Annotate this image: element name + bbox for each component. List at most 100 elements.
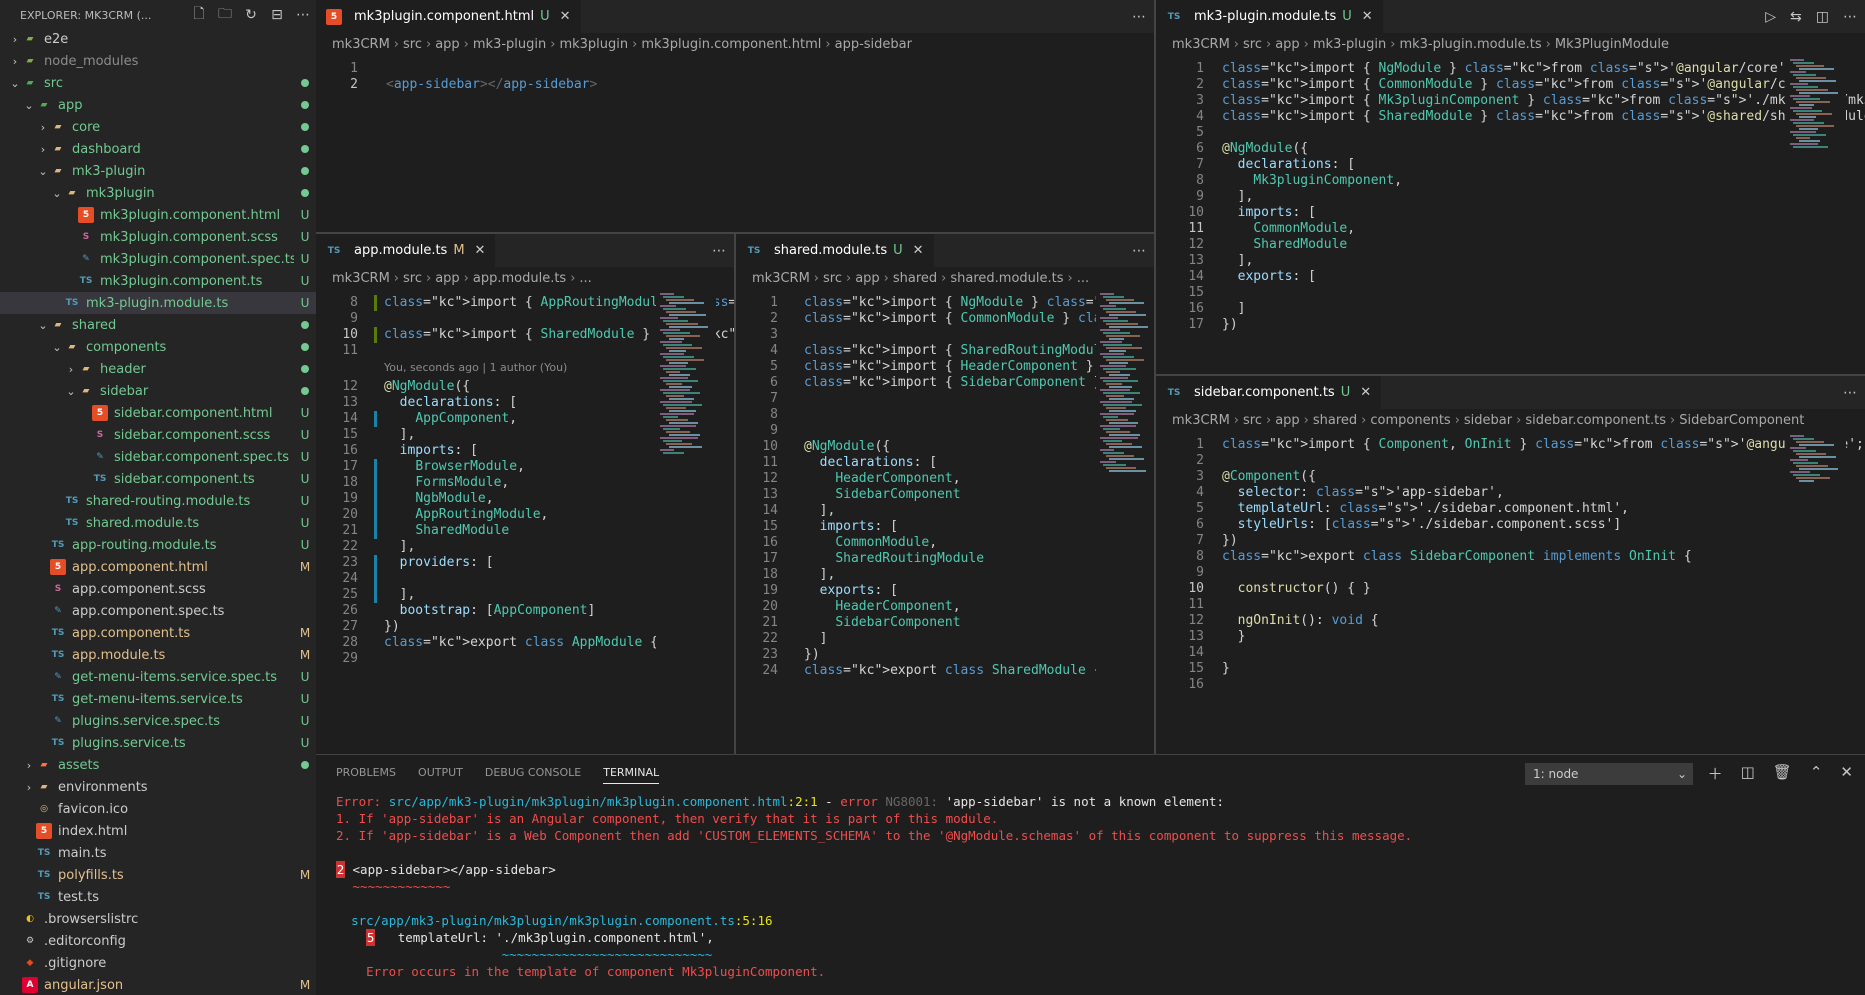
breadcrumb-item[interactable]: ...: [1077, 271, 1089, 286]
tree-item[interactable]: › ▰ dashboard: [0, 138, 316, 160]
split-editor-icon[interactable]: ◫: [1816, 9, 1829, 25]
chevron-right-icon[interactable]: ›: [64, 363, 78, 376]
tree-item[interactable]: TS mk3-plugin.module.ts U: [0, 292, 316, 314]
chevron-down-icon[interactable]: ⌄: [22, 99, 36, 112]
tree-item[interactable]: Ssidebar.component.scss U: [0, 424, 316, 446]
tree-item[interactable]: 5 app.component.html M: [0, 556, 316, 578]
close-icon[interactable]: ✕: [1360, 385, 1371, 400]
tree-item[interactable]: ✎ plugins.service.spec.ts U: [0, 710, 316, 732]
breadcrumb-item[interactable]: mk3CRM: [332, 271, 390, 286]
breadcrumb-item[interactable]: mk3CRM: [1172, 37, 1230, 52]
tree-item[interactable]: Sapp.component.scss: [0, 578, 316, 600]
breadcrumb-item[interactable]: app: [435, 271, 459, 286]
trash-icon[interactable]: 🗑: [1773, 763, 1792, 784]
git-gutter-marker[interactable]: [374, 507, 377, 523]
tab-app-module-ts[interactable]: TS app.module.ts M ✕: [316, 234, 496, 267]
tree-item[interactable]: › ▰ e2e: [0, 28, 316, 50]
new-folder-icon[interactable]: 🗀: [212, 3, 238, 27]
git-gutter-marker[interactable]: [374, 459, 377, 475]
git-gutter-marker[interactable]: [374, 327, 377, 343]
breadcrumb-item[interactable]: src: [403, 271, 422, 286]
git-gutter-marker[interactable]: [374, 587, 377, 603]
git-gutter-marker[interactable]: [374, 411, 377, 427]
terminal-select[interactable]: 1: node ⌄: [1525, 763, 1693, 785]
chevron-down-icon[interactable]: ⌄: [36, 165, 50, 178]
tab-shared-module-ts[interactable]: TS shared.module.ts U ✕: [736, 234, 934, 267]
tree-item[interactable]: 5 index.html: [0, 820, 316, 842]
tree-item[interactable]: TS test.ts: [0, 886, 316, 908]
close-icon[interactable]: ✕: [560, 9, 571, 24]
git-gutter-marker[interactable]: [374, 475, 377, 491]
breadcrumb-item[interactable]: app: [1275, 37, 1299, 52]
pane-divider[interactable]: [1156, 374, 1865, 376]
tree-item[interactable]: TS app.module.ts M: [0, 644, 316, 666]
tree-item[interactable]: ✎ mk3plugin.component.spec.ts U: [0, 248, 316, 270]
chevron-up-icon[interactable]: ⌃: [1810, 763, 1823, 784]
chevron-right-icon[interactable]: ›: [36, 143, 50, 156]
minimap[interactable]: [1096, 289, 1154, 749]
git-gutter-marker[interactable]: [374, 491, 377, 507]
git-gutter-marker[interactable]: [374, 295, 377, 311]
tree-item[interactable]: ◎ favicon.ico: [0, 798, 316, 820]
tab-sidebar-component-ts[interactable]: TS sidebar.component.ts U ✕: [1156, 376, 1382, 409]
breadcrumb-item[interactable]: app: [435, 37, 459, 52]
tree-item[interactable]: ✎ app.component.spec.ts: [0, 600, 316, 622]
tree-item[interactable]: TS shared-routing.module.ts U: [0, 490, 316, 512]
minimap[interactable]: [656, 289, 716, 749]
close-icon[interactable]: ✕: [913, 243, 924, 258]
code-editor[interactable]: 1 class="kc">import { Component, OnInit }…: [1156, 431, 1865, 751]
code-editor[interactable]: 1 2 <app-sidebar></app-sidebar>: [316, 55, 1154, 225]
more-icon[interactable]: ⋯: [290, 7, 316, 23]
tree-item[interactable]: Smk3plugin.component.scss U: [0, 226, 316, 248]
tree-item[interactable]: TS polyfills.ts M: [0, 864, 316, 886]
tree-item[interactable]: ⚙ .editorconfig: [0, 930, 316, 952]
tree-item[interactable]: TS app-routing.module.ts U: [0, 534, 316, 556]
breadcrumb-item[interactable]: app: [1275, 413, 1299, 428]
breadcrumb-item[interactable]: mk3-plugin: [473, 37, 546, 52]
close-icon[interactable]: ✕: [1840, 763, 1853, 784]
breadcrumb-item[interactable]: mk3-plugin: [1313, 37, 1386, 52]
run-icon[interactable]: ▷: [1765, 9, 1776, 25]
close-icon[interactable]: ✕: [1362, 9, 1373, 24]
breadcrumb-item[interactable]: src: [1243, 413, 1262, 428]
tab-debug-console[interactable]: DEBUG CONSOLE: [485, 766, 581, 779]
chevron-down-icon[interactable]: ⌄: [50, 187, 64, 200]
tree-item[interactable]: ⌄ ▰ shared: [0, 314, 316, 336]
breadcrumb-item[interactable]: mk3CRM: [1172, 413, 1230, 428]
tree-item[interactable]: ✎ sidebar.component.spec.ts U: [0, 446, 316, 468]
chevron-right-icon[interactable]: ›: [36, 121, 50, 134]
chevron-right-icon[interactable]: ›: [22, 759, 36, 772]
breadcrumb-item[interactable]: sidebar.component.ts: [1525, 413, 1666, 428]
collapse-icon[interactable]: ⊟: [264, 7, 290, 23]
breadcrumb-item[interactable]: src: [1243, 37, 1262, 52]
minimap[interactable]: [1786, 431, 1846, 751]
tree-item[interactable]: TS plugins.service.ts U: [0, 732, 316, 754]
tab-problems[interactable]: PROBLEMS: [336, 766, 396, 779]
tab-terminal[interactable]: TERMINAL: [603, 766, 660, 784]
git-gutter-marker[interactable]: [374, 555, 377, 571]
tree-item[interactable]: ⌄ ▰ mk3-plugin: [0, 160, 316, 182]
breadcrumb-item[interactable]: mk3plugin: [559, 37, 628, 52]
git-gutter-marker[interactable]: [374, 523, 377, 539]
breadcrumb-item[interactable]: Mk3PluginModule: [1555, 37, 1669, 52]
tree-item[interactable]: ◆ .gitignore: [0, 952, 316, 974]
tree-item[interactable]: ◐ .browserslistrc: [0, 908, 316, 930]
tree-item[interactable]: TS app.component.ts M: [0, 622, 316, 644]
breadcrumb-item[interactable]: SidebarComponent: [1679, 413, 1804, 428]
breadcrumb-item[interactable]: mk3CRM: [332, 37, 390, 52]
breadcrumb-item[interactable]: app: [855, 271, 879, 286]
tree-item[interactable]: ⌄ ▰ app: [0, 94, 316, 116]
breadcrumb-item[interactable]: mk3-plugin.module.ts: [1399, 37, 1541, 52]
breadcrumb-item[interactable]: app.module.ts: [473, 271, 566, 286]
terminal-output[interactable]: Error: src/app/mk3-plugin/mk3plugin/mk3p…: [336, 793, 1412, 980]
breadcrumb-item[interactable]: sidebar: [1464, 413, 1512, 428]
tree-item[interactable]: ⌄ ▰ sidebar: [0, 380, 316, 402]
close-icon[interactable]: ✕: [475, 243, 486, 258]
chevron-down-icon[interactable]: ⌄: [36, 319, 50, 332]
tree-item[interactable]: 5 sidebar.component.html U: [0, 402, 316, 424]
more-actions-icon[interactable]: ⋯: [1132, 243, 1146, 259]
breadcrumb-item[interactable]: app-sidebar: [835, 37, 912, 52]
tree-item[interactable]: › ▰ header: [0, 358, 316, 380]
refresh-icon[interactable]: ↻: [238, 7, 264, 23]
chevron-down-icon[interactable]: ⌄: [50, 341, 64, 354]
